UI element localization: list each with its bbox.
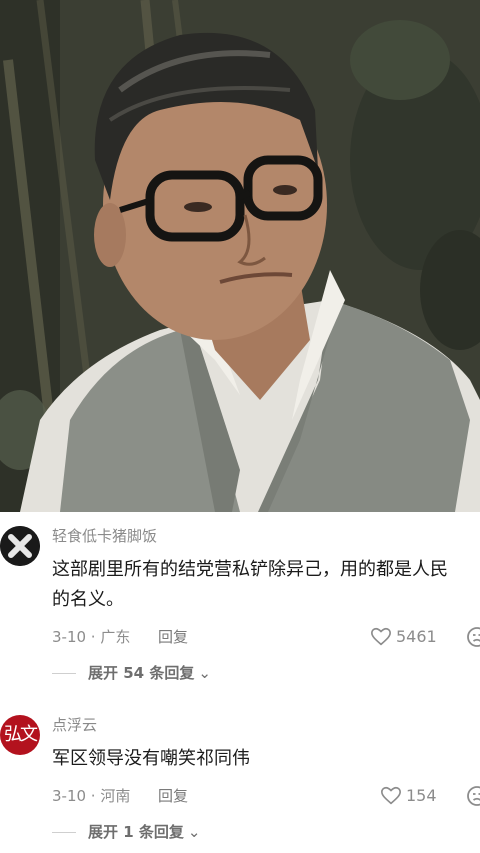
user-avatar[interactable]: 弘文 <box>0 715 40 755</box>
comment-meta: 3-10 · 广东 回复 5461 <box>52 625 480 649</box>
comment-username[interactable]: 轻食低卡猪脚饭 <box>52 526 480 546</box>
like-button[interactable]: 154 <box>380 784 437 808</box>
like-count: 5461 <box>396 627 437 646</box>
divider-line <box>52 673 76 674</box>
red-seal-avatar-icon: 弘文 <box>4 724 38 745</box>
like-count: 154 <box>406 786 437 805</box>
dislike-button[interactable] <box>466 785 480 814</box>
divider-line <box>52 832 76 833</box>
heart-icon <box>381 786 401 805</box>
dislike-button[interactable] <box>466 626 480 655</box>
heart-icon <box>371 627 391 646</box>
dislike-face-icon <box>467 627 480 647</box>
user-avatar[interactable] <box>0 526 40 566</box>
comment-date-location: 3-10 · 广东 <box>52 628 131 646</box>
x-circle-avatar-icon <box>0 526 40 566</box>
video-frame <box>0 0 480 512</box>
expand-replies-button[interactable]: 展开 1 条回复 ⌄ <box>52 820 480 844</box>
dislike-face-icon <box>467 786 480 806</box>
expand-replies-button[interactable]: 展开 54 条回复 ⌄ <box>52 661 480 685</box>
chevron-down-icon: ⌄ <box>187 823 201 841</box>
comment-meta: 3-10 · 河南 回复 154 <box>52 784 480 808</box>
reply-button[interactable]: 回复 <box>158 784 188 808</box>
comment-date-location: 3-10 · 河南 <box>52 787 131 805</box>
comment-list: 轻食低卡猪脚饭 这部剧里所有的结党营私铲除异己，用的都是人民 的名义。 3-10… <box>0 512 480 853</box>
like-button[interactable]: 5461 <box>370 625 437 649</box>
comment-text: 军区领导没有嘲笑祁同伟 <box>52 748 250 769</box>
comment-text: 这部剧里所有的结党营私铲除异己，用的都是人民 的名义。 <box>52 559 448 610</box>
video-still[interactable] <box>0 0 480 512</box>
comment-username[interactable]: 点浮云 <box>52 715 480 735</box>
reply-button[interactable]: 回复 <box>158 625 188 649</box>
chevron-down-icon: ⌄ <box>198 664 211 682</box>
